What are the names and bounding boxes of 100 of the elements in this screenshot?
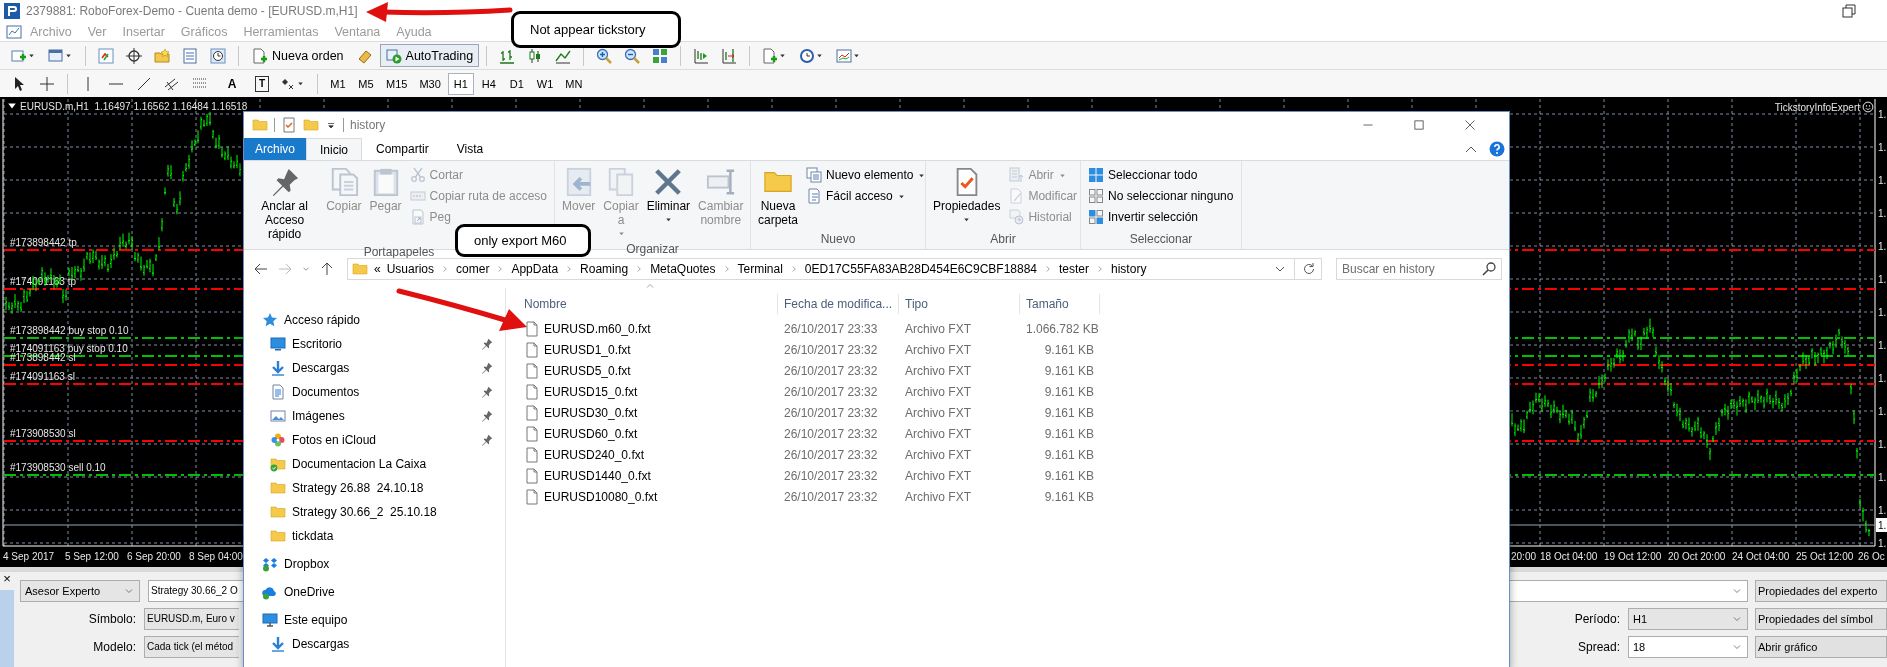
timeframe-button[interactable]: MN bbox=[560, 72, 588, 95]
up-arrow-icon[interactable] bbox=[319, 261, 335, 277]
nav-item[interactable]: Descargas bbox=[244, 634, 505, 654]
timeframe-button[interactable]: M5 bbox=[353, 72, 379, 95]
timeframe-button[interactable]: M30 bbox=[414, 72, 446, 95]
toolbar-button[interactable]: Nueva orden bbox=[246, 44, 350, 67]
chart-window-icon[interactable] bbox=[6, 23, 22, 40]
file-name[interactable]: EURUSD5_0.fxt bbox=[518, 362, 778, 379]
tile-icon[interactable] bbox=[652, 47, 669, 64]
caret-icon[interactable] bbox=[296, 79, 305, 88]
template-icon[interactable] bbox=[836, 47, 853, 64]
refresh-icon[interactable] bbox=[1301, 261, 1317, 277]
nav-item[interactable]: Descargas bbox=[244, 358, 505, 378]
nav-item[interactable]: Documentos bbox=[244, 382, 505, 402]
text-tool-button[interactable]: A bbox=[219, 72, 245, 95]
maximize-icon[interactable] bbox=[1413, 119, 1425, 131]
window-icon[interactable] bbox=[48, 47, 64, 64]
nav-item[interactable]: Fotos en iCloud bbox=[244, 430, 505, 450]
column-header[interactable]: Tipo bbox=[899, 294, 1020, 314]
caret-icon[interactable] bbox=[64, 51, 73, 60]
chart-add-icon[interactable] bbox=[11, 47, 27, 64]
tester-button[interactable]: Propiedades del símbol bbox=[1755, 608, 1887, 630]
breadcrumb[interactable]: Usuarios bbox=[386, 262, 435, 276]
file-name[interactable]: EURUSD10080_0.fxt bbox=[518, 488, 778, 505]
triangle-down-icon[interactable] bbox=[8, 103, 16, 109]
ribbon-tab[interactable]: Inicio bbox=[306, 138, 363, 161]
autoscroll-icon[interactable] bbox=[693, 47, 710, 64]
panel-close-button[interactable]: × bbox=[0, 572, 14, 586]
ribbon-button[interactable]: Nueva carpeta bbox=[755, 163, 802, 231]
bar-chart-icon[interactable] bbox=[499, 47, 516, 64]
file-name[interactable]: EURUSD1440_0.fxt bbox=[518, 467, 778, 484]
ribbon-button[interactable]: Anclar al Acceso rápido bbox=[248, 163, 322, 245]
dropdown-field[interactable]: H1 bbox=[1628, 608, 1748, 630]
timeframe-button[interactable]: W1 bbox=[531, 72, 559, 95]
search-field[interactable]: Buscar en history bbox=[1336, 258, 1502, 280]
file-name[interactable]: EURUSD1_0.fxt bbox=[518, 341, 778, 358]
column-header[interactable]: Nombre bbox=[518, 294, 778, 314]
input-field[interactable]: EURUSD.m, Euro v bbox=[144, 608, 239, 630]
dropdown-field[interactable]: 18 bbox=[1628, 636, 1748, 658]
nav-item[interactable]: Acceso rápido bbox=[244, 310, 505, 330]
file-name[interactable]: EURUSD30_0.fxt bbox=[518, 404, 778, 421]
ribbon-button[interactable]: Propiedades bbox=[930, 163, 1004, 228]
breadcrumb[interactable]: MetaQuotes bbox=[650, 262, 716, 276]
label-tool-button[interactable]: T bbox=[255, 75, 269, 92]
nav-item[interactable]: Documentacion La Caixa bbox=[244, 454, 505, 474]
address-bar[interactable]: « Usuarios comer AppData Roaming MetaQuotes Terminal 0ED17C55FA83AB28D454E6C9CBF18884 tester history bbox=[347, 258, 1322, 280]
breadcrumb[interactable]: 0ED17C55FA83AB28D454E6C9CBF18884 bbox=[804, 262, 1037, 276]
nav-item[interactable]: Escritorio bbox=[244, 334, 505, 354]
breadcrumb[interactable]: Terminal bbox=[737, 262, 783, 276]
timeframe-button[interactable]: H4 bbox=[475, 72, 502, 95]
target-icon[interactable] bbox=[126, 47, 142, 64]
caret-icon[interactable] bbox=[815, 51, 825, 60]
close-icon[interactable] bbox=[1464, 119, 1476, 131]
ribbon-button[interactable]: Nuevo elemento bbox=[803, 165, 930, 185]
crosshair-icon[interactable] bbox=[39, 75, 55, 92]
trend-line-icon[interactable] bbox=[136, 75, 152, 92]
timeframe-button[interactable]: H1 bbox=[447, 72, 474, 95]
nav-item[interactable]: Strategy 30.66_2 25.10.18 bbox=[244, 502, 505, 522]
column-header[interactable]: Fecha de modifica... bbox=[778, 294, 899, 314]
expert-select[interactable]: Strategy 30.66_2 O bbox=[148, 580, 243, 602]
nav-item[interactable]: OneDrive bbox=[244, 582, 505, 602]
restore-icon[interactable] bbox=[1841, 3, 1857, 19]
ribbon-button[interactable]: Invertir selección bbox=[1085, 207, 1202, 227]
file-name[interactable]: EURUSD.m60_0.fxt bbox=[518, 320, 778, 337]
clock-icon[interactable] bbox=[799, 47, 816, 64]
nav-item[interactable]: tickdata bbox=[244, 526, 505, 546]
nav-item[interactable]: Strategy 26.88 24.10.18 bbox=[244, 478, 505, 498]
breadcrumb[interactable]: tester bbox=[1059, 262, 1090, 276]
folder-star-icon[interactable] bbox=[154, 47, 170, 64]
file-name[interactable]: EURUSD240_0.fxt bbox=[518, 446, 778, 463]
toolbar-button[interactable]: AutoTrading bbox=[379, 44, 480, 67]
timeframe-button[interactable]: M15 bbox=[381, 72, 413, 95]
caret-icon[interactable] bbox=[852, 51, 862, 60]
caret-icon[interactable] bbox=[27, 51, 36, 60]
nav-item[interactable]: Imágenes bbox=[244, 406, 505, 426]
caret-icon[interactable] bbox=[778, 51, 788, 60]
ribbon-button[interactable]: Seleccionar todo bbox=[1085, 165, 1201, 185]
ribbon-button[interactable]: Eliminar bbox=[643, 163, 694, 228]
breadcrumb[interactable]: history bbox=[1111, 262, 1147, 276]
file-name[interactable]: EURUSD60_0.fxt bbox=[518, 425, 778, 442]
ribbon-button[interactable]: Fácil acceso bbox=[803, 186, 909, 206]
nav-item[interactable]: Este equipo bbox=[244, 610, 505, 630]
timeframe-button[interactable]: M1 bbox=[325, 72, 351, 95]
document-plus-icon[interactable] bbox=[762, 47, 779, 64]
input-field[interactable]: Cada tick (el métod bbox=[144, 636, 239, 658]
ribbon-button[interactable]: No seleccionar ninguno bbox=[1085, 186, 1237, 206]
breadcrumb[interactable]: AppData bbox=[511, 262, 559, 276]
column-header[interactable]: Tamaño bbox=[1020, 294, 1100, 314]
timeframe-button[interactable]: D1 bbox=[503, 72, 530, 95]
checklist-icon[interactable] bbox=[281, 117, 297, 133]
breadcrumb[interactable]: Roaming bbox=[580, 262, 629, 276]
chart-shift-icon[interactable] bbox=[721, 47, 738, 64]
breadcrumb[interactable]: comer bbox=[456, 262, 490, 276]
mode-select[interactable]: Asesor Experto bbox=[20, 580, 140, 602]
chart-arrows-icon[interactable] bbox=[98, 47, 114, 64]
ribbon-tab[interactable]: Compartir bbox=[362, 138, 443, 160]
file-tab[interactable]: Archivo bbox=[244, 138, 306, 160]
nav-item[interactable]: Dropbox bbox=[244, 554, 505, 574]
ribbon-tab[interactable]: Vista bbox=[442, 138, 498, 160]
clock-window-icon[interactable] bbox=[210, 47, 226, 64]
